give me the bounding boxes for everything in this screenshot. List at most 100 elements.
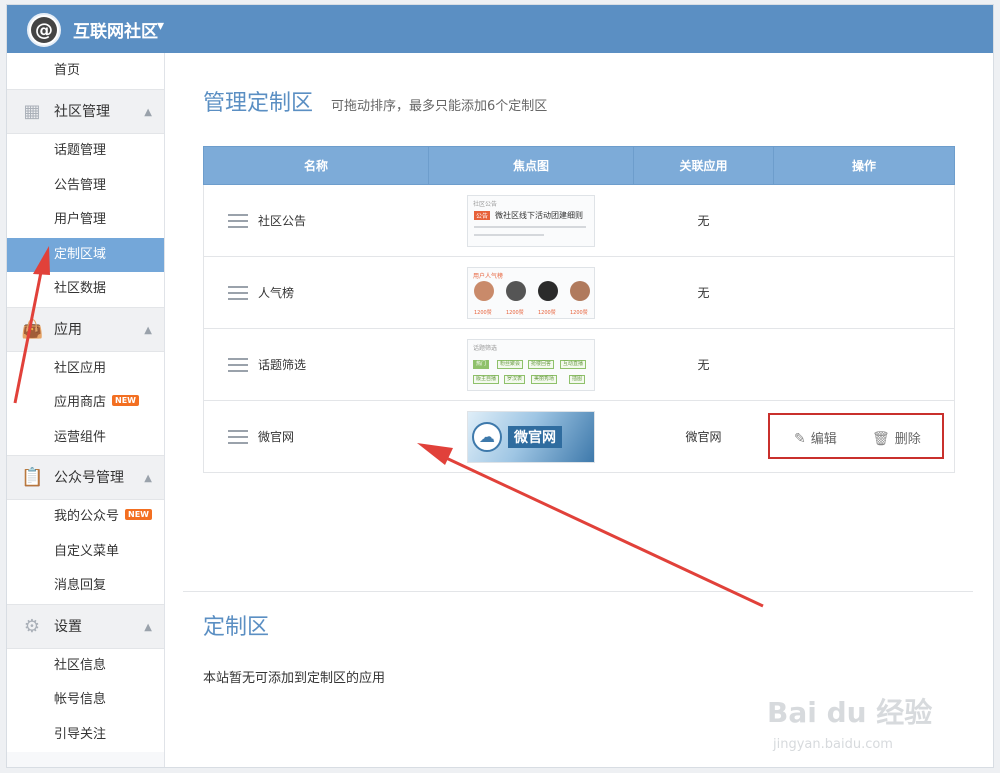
thumb-count: 1200赞 [570, 309, 588, 316]
gear-icon: ⚙ [23, 615, 41, 637]
header-linked-app: 关联应用 [633, 146, 774, 185]
thumb-tag: 抢楼回答 [528, 359, 555, 369]
table-row[interactable]: 社区公告 社区公告 公告 微社区线下活动团建细则 无 [203, 184, 955, 257]
row-name-text: 人气榜 [258, 286, 295, 300]
thumb-tag: 粉丝聚会 [497, 359, 524, 369]
table-row[interactable]: 微官网 ☁ 微官网 微官网 ✎ 编辑 🗑 删除 [203, 400, 955, 473]
app-window: @ 互联网社区 ▾ 首页 ▦ 社区管理 ▲ 话题管理 公告管理 用户管理 定制区… [6, 4, 994, 768]
sidebar-item-account-info[interactable]: 帐号信息 [7, 683, 164, 718]
thumb-tag: 插图 [569, 374, 586, 384]
thumb-count: 1200赞 [506, 309, 524, 316]
row-linked-app: 无 [633, 184, 774, 257]
header-name: 名称 [203, 146, 429, 185]
thumb-label: 微官网 [508, 425, 562, 448]
sidebar: 首页 ▦ 社区管理 ▲ 话题管理 公告管理 用户管理 定制区域 社区数据 👜 应… [7, 53, 165, 767]
main-content: 管理定制区 可拖动排序，最多只能添加6个定制区 名称 焦点图 关联应用 操作 社… [165, 53, 993, 767]
row-name-text: 话题筛选 [258, 358, 307, 372]
row-actions [773, 256, 955, 329]
sidebar-group-official-accounts[interactable]: 📋 公众号管理 ▲ [7, 455, 164, 500]
drag-handle-icon[interactable] [228, 214, 248, 228]
drag-handle-icon[interactable] [228, 358, 248, 372]
sidebar-item-users[interactable]: 用户管理 [7, 203, 164, 238]
table-header-row: 名称 焦点图 关联应用 操作 [203, 146, 955, 185]
thumb-tag: 美丽秀场 [531, 374, 558, 384]
delete-button[interactable]: 🗑 删除 [872, 428, 921, 447]
row-actions [773, 184, 955, 257]
sidebar-item-custom-zone[interactable]: 定制区域 [7, 237, 164, 272]
sidebar-item-notices[interactable]: 公告管理 [7, 168, 164, 203]
thumb-text: 微社区线下活动团建细则 [495, 210, 583, 220]
edit-icon: ✎ [794, 431, 806, 447]
thumb-count: 1200赞 [538, 309, 556, 316]
row-name-text: 社区公告 [258, 214, 307, 228]
drag-handle-icon[interactable] [228, 430, 248, 444]
ranking-thumbnail: 用户人气榜 1200赞 1200赞 1200赞 1200赞 [467, 266, 595, 319]
caret-up-icon: ▲ [144, 621, 152, 633]
bag-icon: 👜 [21, 318, 44, 340]
avatar [506, 280, 526, 301]
sidebar-item-data[interactable]: 社区数据 [7, 272, 164, 307]
community-logo[interactable]: @ [27, 13, 61, 47]
thumb-badge: 公告 [474, 210, 491, 220]
header-focus-image: 焦点图 [428, 146, 634, 185]
row-thumbnail: ☁ 微官网 [428, 400, 634, 473]
sidebar-group-apps[interactable]: 👜 应用 ▲ [7, 306, 164, 352]
row-name: 社区公告 [203, 184, 429, 257]
cloud-icon: ☁ [472, 421, 502, 452]
new-badge: NEW [112, 395, 139, 406]
row-linked-app: 无 [633, 328, 774, 401]
grid-icon: ▦ [23, 101, 41, 122]
sidebar-item-community-info[interactable]: 社区信息 [7, 648, 164, 683]
sidebar-item-label: 应用商店 [54, 395, 107, 410]
row-name: 话题筛选 [203, 328, 429, 401]
edit-label: 编辑 [810, 432, 837, 447]
caret-up-icon: ▲ [144, 324, 152, 336]
sidebar-item-custom-menu[interactable]: 自定义菜单 [7, 534, 164, 569]
row-actions [773, 328, 955, 401]
sidebar-group-label: 社区管理 [54, 104, 110, 120]
sidebar-item-ops-widgets[interactable]: 运营组件 [7, 420, 164, 455]
section-subtitle: 可拖动排序，最多只能添加6个定制区 [331, 99, 548, 114]
microsite-thumbnail: ☁ 微官网 [467, 410, 595, 463]
sidebar-item-app-store[interactable]: 应用商店 NEW [7, 386, 164, 421]
edit-button[interactable]: ✎ 编辑 [794, 428, 837, 447]
caret-up-icon: ▲ [144, 107, 152, 118]
baidu-watermark-url: jingyan.baidu.com [773, 737, 893, 752]
sidebar-item-my-accounts[interactable]: 我的公众号 NEW [7, 500, 164, 535]
actions-highlight-box: ✎ 编辑 🗑 删除 [768, 413, 944, 459]
at-sign-icon: @ [31, 17, 57, 43]
thumb-tag: 互动直播 [560, 359, 587, 369]
sidebar-item-follow-guide[interactable]: 引导关注 [7, 717, 164, 752]
community-title[interactable]: 互联网社区 [73, 17, 158, 42]
sidebar-item-auto-reply[interactable]: 消息回复 [7, 569, 164, 604]
sidebar-item-topics[interactable]: 话题管理 [7, 134, 164, 169]
trash-icon: 🗑 [872, 431, 890, 447]
top-bar: @ 互联网社区 ▾ [7, 5, 993, 53]
sidebar-group-label: 应用 [54, 321, 82, 338]
section2-title: 定制区 [203, 615, 270, 640]
sidebar-group-community[interactable]: ▦ 社区管理 ▲ [7, 89, 164, 134]
thumb-header: 话题筛选 [473, 344, 498, 352]
avatar [538, 280, 558, 301]
sidebar-item-label: 我的公众号 [54, 509, 120, 524]
sidebar-item-community-apps[interactable]: 社区应用 [7, 351, 164, 386]
caret-up-icon: ▲ [144, 473, 152, 484]
table-row[interactable]: 话题筛选 话题筛选 热门 粉丝聚会 抢楼回答 互动直播 版主自播 罗汉表 美丽秀… [203, 328, 955, 401]
row-thumbnail: 社区公告 公告 微社区线下活动团建细则 [428, 184, 634, 257]
row-linked-app: 微官网 [633, 400, 774, 473]
section-title: 管理定制区 [203, 91, 314, 116]
sidebar-group-label: 公众号管理 [54, 470, 124, 486]
chevron-down-icon[interactable]: ▾ [157, 18, 164, 34]
row-name-text: 微官网 [258, 430, 295, 444]
row-name: 人气榜 [203, 256, 429, 329]
thumb-header: 用户人气榜 [473, 272, 504, 280]
thumb-tag: 版主自播 [473, 374, 500, 384]
row-thumbnail: 用户人气榜 1200赞 1200赞 1200赞 1200赞 [428, 256, 634, 329]
row-thumbnail: 话题筛选 热门 粉丝聚会 抢楼回答 互动直播 版主自播 罗汉表 美丽秀场 插图 [428, 328, 634, 401]
thumb-header: 社区公告 [473, 200, 498, 208]
row-name: 微官网 [203, 400, 429, 473]
table-row[interactable]: 人气榜 用户人气榜 1200赞 1200赞 1200赞 1200赞 无 [203, 256, 955, 329]
drag-handle-icon[interactable] [228, 286, 248, 300]
sidebar-group-settings[interactable]: ⚙ 设置 ▲ [7, 603, 164, 649]
sidebar-item-home[interactable]: 首页 [7, 53, 164, 89]
